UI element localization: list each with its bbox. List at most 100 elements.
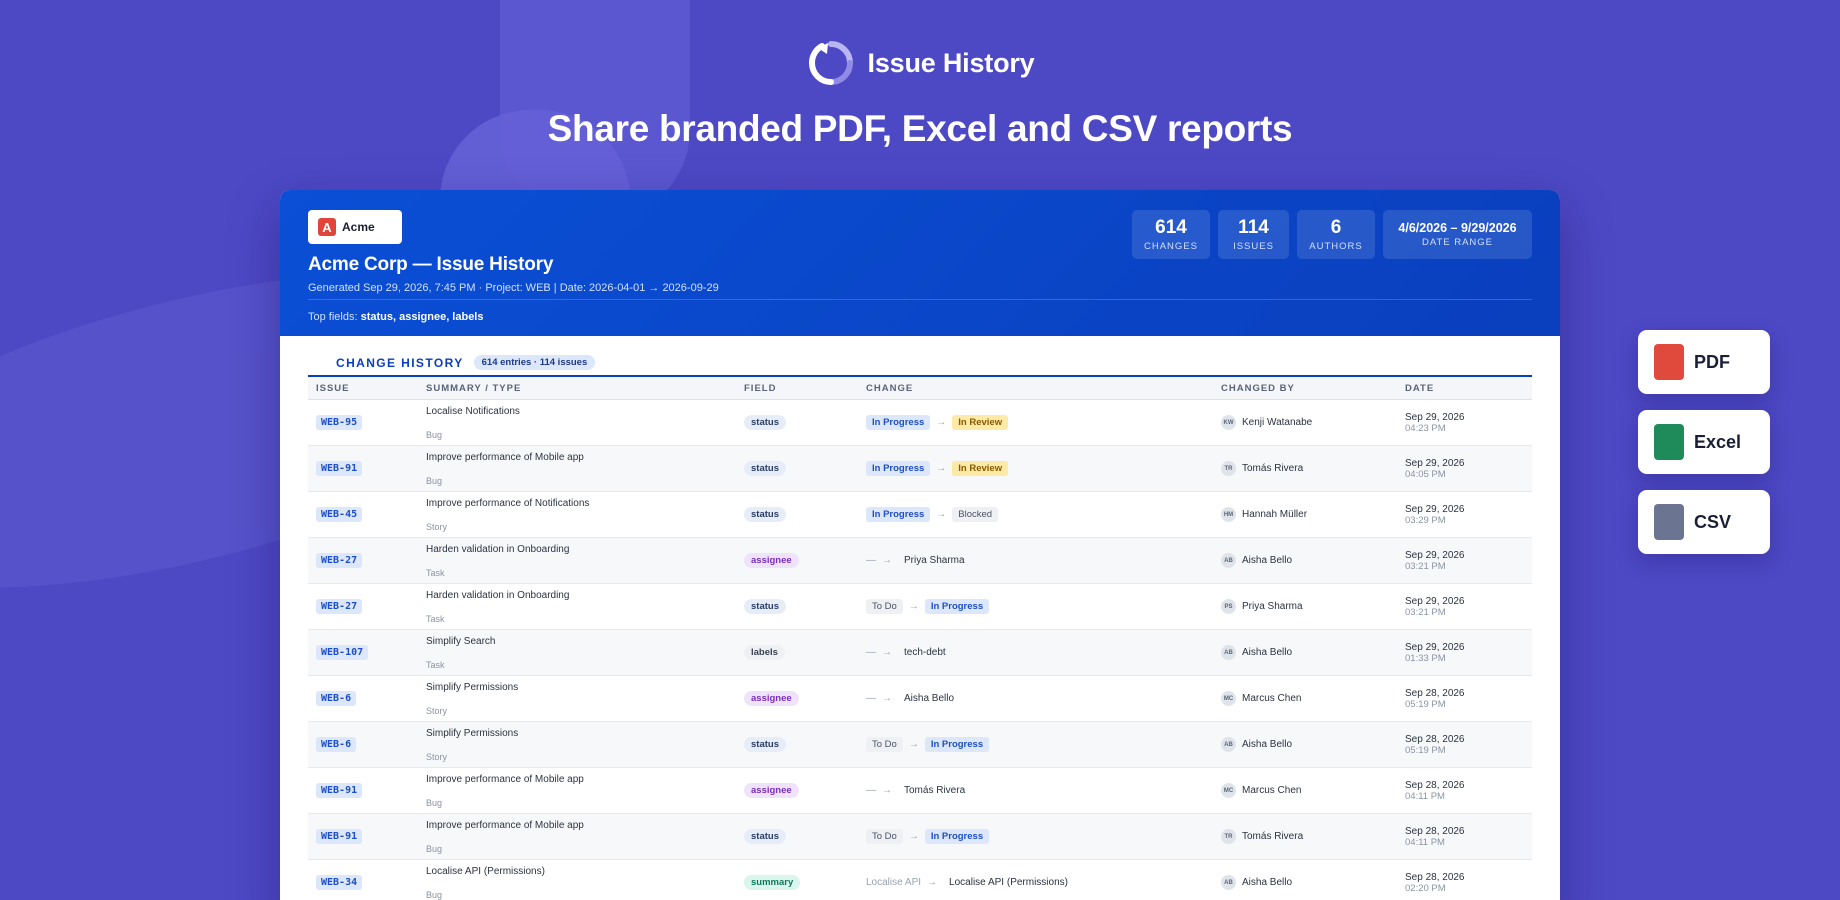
change-time: 01:33 PM bbox=[1405, 652, 1446, 664]
arrow-right-icon: → bbox=[936, 417, 947, 428]
issue-type: Bug bbox=[426, 797, 443, 808]
changed-by-cell: AB Aisha Bello bbox=[1213, 875, 1397, 890]
field-badge: status bbox=[744, 415, 786, 430]
top-fields: Top fields: status, assignee, labels bbox=[308, 311, 483, 323]
issue-key-link[interactable]: WEB-91 bbox=[316, 829, 363, 844]
field-badge: status bbox=[744, 507, 786, 522]
issue-summary: Improve performance of Notifications bbox=[426, 497, 590, 509]
table-row: WEB-6 Simplify Permissions Story status To D… bbox=[308, 722, 1532, 768]
acme-logo-icon: A bbox=[318, 218, 336, 236]
arrow-right-icon: → bbox=[936, 509, 947, 520]
issue-summary: Improve performance of Mobile app bbox=[426, 773, 584, 785]
stat-value: 114 bbox=[1238, 216, 1269, 238]
author-name: Hannah Müller bbox=[1242, 509, 1308, 520]
issue-type: Bug bbox=[426, 843, 443, 854]
change-time: 04:11 PM bbox=[1405, 790, 1445, 802]
author-name: Aisha Bello bbox=[1242, 877, 1293, 888]
field-cell: status bbox=[736, 737, 858, 752]
field-cell: summary bbox=[736, 875, 858, 890]
avatar: AB bbox=[1221, 737, 1236, 752]
table-row: WEB-91 Improve performance of Mobile app B… bbox=[308, 446, 1532, 492]
field-badge: assignee bbox=[744, 783, 799, 798]
column-header: FIELD bbox=[744, 382, 777, 394]
old-value: In Progress bbox=[866, 415, 931, 430]
issue-type: Story bbox=[426, 751, 448, 762]
export-csv-button[interactable]: CSV bbox=[1638, 490, 1770, 554]
old-value: Localise API bbox=[866, 877, 922, 888]
date-cell: Sep 28, 2026 05:19 PM bbox=[1397, 734, 1532, 756]
changed-by-cell: PS Priya Sharma bbox=[1213, 599, 1397, 614]
divider bbox=[308, 299, 1532, 300]
column-header: SUMMARY / TYPE bbox=[426, 382, 522, 394]
table-body: WEB-95 Localise Notifications Bug status In … bbox=[308, 400, 1532, 900]
arrow-right-icon: → bbox=[927, 877, 938, 888]
issue-key-link[interactable]: WEB-95 bbox=[316, 415, 363, 430]
change-history-table: ISSUE SUMMARY / TYPE FIELD CHANGE CHANGE… bbox=[308, 375, 1532, 900]
change-date: Sep 28, 2026 bbox=[1405, 733, 1465, 745]
table-row: WEB-34 Localise API (Permissions) Bug summa… bbox=[308, 860, 1532, 900]
brand-logo: A Acme bbox=[308, 210, 402, 244]
new-value: tech-debt bbox=[904, 647, 946, 658]
date-cell: Sep 29, 2026 01:33 PM bbox=[1397, 642, 1532, 664]
old-value: To Do bbox=[866, 829, 903, 844]
date-cell: Sep 28, 2026 05:19 PM bbox=[1397, 688, 1532, 710]
stat-value: 4/6/2026 – 9/29/2026 bbox=[1398, 221, 1517, 235]
table-header: ISSUE SUMMARY / TYPE FIELD CHANGE CHANGE… bbox=[308, 375, 1532, 400]
change-cell: — → Aisha Bello bbox=[858, 691, 1213, 706]
stats: 614 CHANGES 114 ISSUES 6 AUTHORS 4/6/202… bbox=[1132, 210, 1532, 259]
change-cell: Localise API → Localise API (Permissions) bbox=[858, 875, 1213, 890]
issue-key-link[interactable]: WEB-6 bbox=[316, 737, 357, 752]
changed-by-cell: TR Tomás Rivera bbox=[1213, 461, 1397, 476]
table-row: WEB-45 Improve performance of Notificatio… bbox=[308, 492, 1532, 538]
changed-by-cell: AB Aisha Bello bbox=[1213, 553, 1397, 568]
new-value: In Progress bbox=[924, 829, 990, 844]
table-row: WEB-91 Improve performance of Mobile app B… bbox=[308, 814, 1532, 860]
author-name: Tomás Rivera bbox=[1242, 463, 1304, 474]
stat-value: 614 bbox=[1155, 216, 1187, 238]
issue-key-link[interactable]: WEB-91 bbox=[316, 461, 363, 476]
change-date: Sep 29, 2026 bbox=[1405, 411, 1465, 423]
change-time: 03:21 PM bbox=[1405, 560, 1446, 572]
brand-name: Acme bbox=[342, 220, 375, 234]
summary-cell: Improve performance of Mobile app Bug bbox=[418, 820, 736, 854]
arrow-right-icon: → bbox=[882, 785, 892, 796]
column-header: DATE bbox=[1405, 382, 1435, 394]
issue-key-link[interactable]: WEB-107 bbox=[316, 645, 369, 660]
change-date: Sep 29, 2026 bbox=[1405, 595, 1465, 607]
issue-key-link[interactable]: WEB-34 bbox=[316, 875, 363, 890]
top-fields-label: Top fields: bbox=[308, 311, 358, 323]
export-excel-button[interactable]: Excel bbox=[1638, 410, 1770, 474]
old-value: — bbox=[866, 647, 876, 658]
change-time: 05:19 PM bbox=[1405, 744, 1446, 756]
change-cell: In Progress → In Review bbox=[858, 461, 1213, 476]
column-header: CHANGE bbox=[866, 382, 914, 394]
excel-file-icon bbox=[1654, 424, 1684, 460]
date-cell: Sep 29, 2026 04:23 PM bbox=[1397, 412, 1532, 434]
field-badge: summary bbox=[744, 875, 801, 890]
field-cell: assignee bbox=[736, 783, 858, 798]
stat-label: AUTHORS bbox=[1309, 240, 1363, 252]
old-value: To Do bbox=[866, 599, 903, 614]
issue-cell: WEB-91 bbox=[308, 461, 418, 476]
issue-key-link[interactable]: WEB-91 bbox=[316, 783, 363, 798]
csv-file-icon bbox=[1654, 504, 1684, 540]
entries-badge: 614 entries · 114 issues bbox=[473, 355, 596, 370]
issue-type: Story bbox=[426, 705, 448, 716]
summary-cell: Localise Notifications Bug bbox=[418, 406, 736, 440]
export-pdf-button[interactable]: PDF bbox=[1638, 330, 1770, 394]
summary-cell: Improve performance of Mobile app Bug bbox=[418, 774, 736, 808]
author-name: Aisha Bello bbox=[1242, 739, 1293, 750]
author-name: Marcus Chen bbox=[1242, 785, 1302, 796]
change-date: Sep 28, 2026 bbox=[1405, 687, 1465, 699]
change-date: Sep 28, 2026 bbox=[1405, 825, 1465, 837]
issue-key-link[interactable]: WEB-27 bbox=[316, 599, 363, 614]
change-date: Sep 28, 2026 bbox=[1405, 871, 1465, 883]
table-row: WEB-91 Improve performance of Mobile app B… bbox=[308, 768, 1532, 814]
issue-key-link[interactable]: WEB-6 bbox=[316, 691, 357, 706]
issue-key-link[interactable]: WEB-27 bbox=[316, 553, 363, 568]
arrow-right-icon: → bbox=[908, 831, 919, 842]
date-cell: Sep 28, 2026 04:11 PM bbox=[1397, 780, 1532, 802]
issue-key-link[interactable]: WEB-45 bbox=[316, 507, 363, 522]
issue-cell: WEB-91 bbox=[308, 829, 418, 844]
section-title: CHANGE HISTORY bbox=[336, 355, 464, 370]
